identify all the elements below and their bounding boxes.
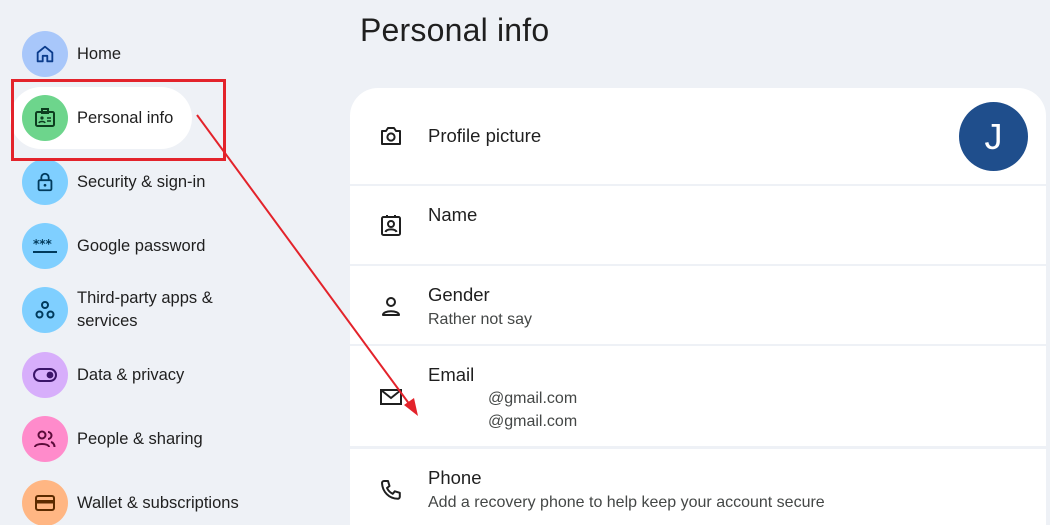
sidebar-item-label: Personal info [77,108,174,127]
email-row[interactable]: Email @gmail.com @gmail.com [350,346,1046,446]
sidebar-item-security[interactable]: Security & sign-in [10,151,205,213]
phone-icon [378,477,404,503]
sidebar-item-personal-info[interactable]: Personal info [10,87,192,149]
camera-icon [378,123,404,149]
page: Home Personal info Security & sign-in **… [0,0,1050,525]
sidebar-item-people-sharing[interactable]: People & sharing [10,408,203,470]
profile-picture-row[interactable]: Profile picture J [350,88,1046,184]
sidebar-item-home[interactable]: Home [10,23,192,85]
phone-row[interactable]: Phone Add a recovery phone to help keep … [350,449,1046,525]
page-title: Personal info [360,12,550,48]
sidebar-item-label: Third-party apps & services [77,289,213,330]
email-address: @gmail.com [488,413,578,430]
contact-icon [378,212,404,238]
name-row[interactable]: Name [350,186,1046,264]
sidebar-item-data-privacy[interactable]: Data & privacy [10,344,192,406]
sidebar-item-label: Data & privacy [77,365,185,384]
lock-icon [22,159,68,205]
gender-label: Gender [428,284,490,305]
gender-value: Rather not say [428,311,533,328]
toggle-icon [22,352,68,398]
sidebar-item-label: Wallet & subscriptions [77,493,239,512]
people-icon [22,416,68,462]
sidebar-item-label: Google password [77,236,206,255]
profile-picture-label: Profile picture [428,125,542,146]
apps-icon [22,287,68,333]
sidebar-item-label: People & sharing [77,429,203,448]
wallet-icon [22,480,68,525]
sidebar-nav: Home Personal info Security & sign-in **… [0,0,340,525]
sidebar-item-third-party-apps[interactable]: Third-party apps & services [10,279,213,341]
password-icon: *** [22,223,68,269]
email-address: @gmail.com [488,390,578,407]
sidebar-item-wallet-subscriptions[interactable]: Wallet & subscriptions [10,472,239,525]
svg-text:***: *** [33,237,53,251]
avatar[interactable]: J [959,102,1028,171]
phone-value: Add a recovery phone to help keep your a… [428,494,825,511]
phone-label: Phone [428,467,482,488]
sidebar-item-label: Home [77,44,122,63]
sidebar-item-label: Security & sign-in [77,172,206,191]
mail-icon [378,384,404,410]
email-label: Email [428,364,475,385]
id-card-icon [22,95,68,141]
name-label: Name [428,204,478,225]
home-icon [22,31,68,77]
gender-row[interactable]: Gender Rather not say [350,266,1046,344]
person-icon [378,293,404,319]
sidebar-item-google-password[interactable]: *** Google password [10,215,205,277]
